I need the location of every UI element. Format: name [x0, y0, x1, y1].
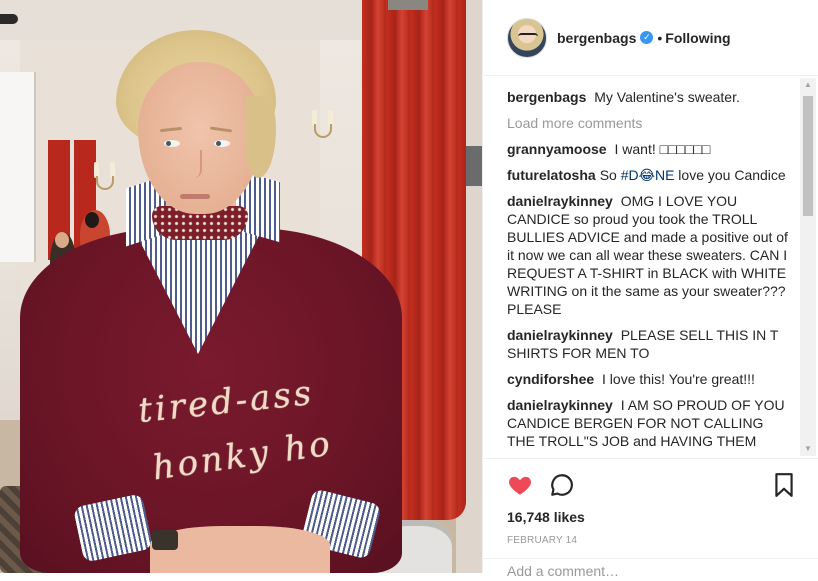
comment-item: danielraykinney PLEASE SELL THIS IN T SH…	[507, 326, 791, 362]
caption: bergenbags My Valentine's sweater.	[507, 88, 791, 106]
eye	[164, 140, 180, 147]
comment-username[interactable]: danielraykinney	[507, 327, 613, 343]
comment-text: OMG I LOVE YOU CANDICE so proud you took…	[507, 193, 788, 317]
heart-icon[interactable]	[507, 472, 533, 498]
instagram-post: tired-ass honky ho bergenbags ✓ • Follow…	[0, 0, 818, 579]
comment-item: futurelatosha So #D😂NE love you Candice	[507, 166, 791, 184]
eye	[214, 140, 230, 147]
load-more-comments-link[interactable]: Load more comments	[507, 114, 791, 132]
comment-username[interactable]: danielraykinney	[507, 397, 613, 413]
scrollbar-thumb[interactable]	[803, 96, 813, 216]
avatar[interactable]	[507, 17, 547, 58]
caption-username[interactable]: bergenbags	[507, 89, 586, 105]
verified-icon: ✓	[640, 31, 654, 44]
wall-sconce	[310, 108, 336, 150]
comment-item: grannyamoose I want! □□□□□□	[507, 140, 791, 158]
mouth	[180, 194, 210, 199]
comment-text: So	[599, 167, 621, 183]
comment-item: danielraykinney OMG I LOVE YOU CANDICE s…	[507, 192, 791, 318]
like-count[interactable]: 16,748 likes	[507, 509, 795, 525]
comment-text: love you Candice	[674, 167, 786, 183]
post-date: FEBRUARY 14	[507, 535, 578, 546]
post-header: bergenbags ✓ • Following	[483, 0, 818, 76]
ceiling-light	[0, 14, 18, 24]
background-person-head	[55, 232, 69, 248]
comment-text: I love this! You're great!!!	[602, 371, 755, 387]
post-side-panel: bergenbags ✓ • Following bergenbags My V…	[482, 0, 818, 579]
post-actions: 16,748 likes FEBRUARY 14	[483, 458, 818, 558]
comments-list[interactable]: bergenbags My Valentine's sweater. Load …	[483, 76, 818, 454]
window	[0, 72, 36, 262]
comment-username[interactable]: futurelatosha	[507, 167, 596, 183]
comments-scrollbar[interactable]: ▲ ▼	[800, 78, 816, 456]
add-comment-input[interactable]	[507, 563, 787, 579]
action-buttons-row	[507, 467, 795, 503]
hashtag-link[interactable]: #D😂NE	[621, 167, 675, 183]
caption-text: My Valentine's sweater.	[594, 89, 740, 105]
comment-username[interactable]: cyndiforshee	[507, 371, 594, 387]
comment-item: danielraykinney I AM SO PROUD OF YOU CAN…	[507, 396, 791, 454]
face	[138, 62, 262, 214]
separator-dot: •	[657, 29, 663, 46]
background-person-head	[85, 212, 99, 228]
comment-icon[interactable]	[549, 472, 575, 498]
comment-username[interactable]: grannyamoose	[507, 141, 607, 157]
wristwatch	[152, 530, 178, 550]
curtain-rod	[388, 0, 428, 10]
scroll-down-arrow-icon[interactable]: ▼	[800, 442, 816, 456]
post-photo[interactable]: tired-ass honky ho	[0, 0, 482, 573]
nose	[192, 150, 202, 178]
add-comment-section	[483, 558, 818, 579]
comment-item: cyndiforshee I love this! You're great!!…	[507, 370, 791, 388]
following-button[interactable]: Following	[665, 30, 730, 46]
header-username[interactable]: bergenbags	[557, 30, 636, 46]
bookmark-icon[interactable]	[773, 472, 795, 498]
scroll-up-arrow-icon[interactable]: ▲	[800, 78, 816, 92]
wall-sconce	[92, 160, 118, 202]
comment-text: I want! □□□□□□	[614, 141, 711, 157]
comment-username[interactable]: danielraykinney	[507, 193, 613, 209]
